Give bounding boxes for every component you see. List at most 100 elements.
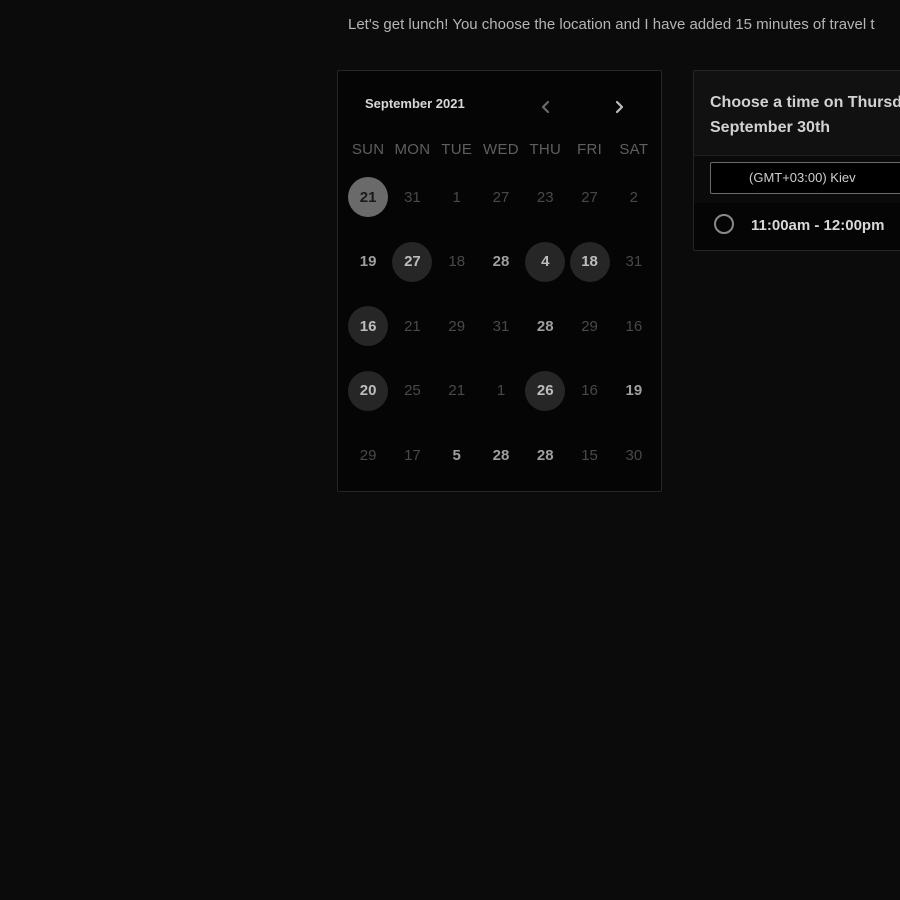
time-slot-label: 11:00am - 12:00pm — [751, 217, 885, 234]
calendar-day-number: 31 — [404, 188, 421, 206]
calendar-day-number: 31 — [492, 317, 510, 335]
calendar-day-number: 17 — [404, 446, 421, 464]
calendar-day[interactable]: 27 — [390, 240, 434, 284]
time-panel-title: Choose a time on Thursday, September 30t… — [710, 94, 900, 136]
calendar-day-number: 1 — [452, 188, 461, 206]
calendar-day[interactable]: 26 — [523, 369, 567, 413]
calendar-day: 25 — [390, 369, 434, 413]
chevron-right-icon — [615, 100, 624, 114]
calendar-day: 15 — [567, 433, 611, 477]
calendar-day: 16 — [567, 369, 611, 413]
booking-page: Let's get lunch! You choose the location… — [0, 0, 900, 900]
calendar-week-row: 16 21 29 31 28 29 16 — [346, 304, 656, 369]
weekday-label: WED — [483, 141, 519, 158]
time-panel-header: Choose a time on Thursday, September 30t… — [694, 71, 900, 156]
weekday-header-row: SUN MON TUE WED THU FRI SAT — [346, 141, 656, 161]
calendar-day: 28 — [523, 433, 567, 477]
calendar-day-number: 27 — [392, 241, 433, 282]
chevron-left-icon — [541, 100, 550, 114]
calendar-header: September 2021 — [338, 71, 661, 141]
calendar-day: 31 — [612, 240, 656, 284]
calendar-day: 1 — [435, 175, 479, 219]
calendar-day: 18 — [435, 240, 479, 284]
calendar-day-number: 16 — [625, 317, 643, 335]
calendar-day-number: 29 — [448, 317, 466, 335]
calendar-day: 17 — [390, 433, 434, 477]
calendar-day-number: 27 — [492, 188, 510, 206]
calendar-day-number: 19 — [625, 382, 643, 399]
calendar-day-number: 28 — [492, 446, 510, 464]
next-month-button[interactable] — [607, 95, 631, 119]
calendar-day-number: 4 — [525, 241, 566, 282]
calendar-day-number: 23 — [536, 188, 554, 206]
calendar-week-row: 20 25 21 1 26 16 19 — [346, 369, 656, 434]
calendar-day: 30 — [612, 433, 656, 477]
calendar-day-number: 21 — [448, 382, 466, 399]
calendar-day-number: 29 — [581, 317, 598, 335]
calendar-day-number: 18 — [448, 253, 466, 270]
calendar-day: 29 — [346, 433, 390, 477]
calendar-day: 27 — [479, 175, 523, 219]
calendar-day: 19 — [612, 369, 656, 413]
weekday-label: THU — [529, 141, 562, 158]
calendar-day-number: 27 — [581, 188, 598, 206]
calendar-day-number: 26 — [525, 370, 566, 411]
calendar-week-row: 21 31 1 27 23 27 2 — [346, 175, 656, 240]
calendar-day-number: 5 — [452, 446, 461, 464]
date-picker-calendar: September 2021 SUN MON TUE WED THU FRI S… — [337, 70, 662, 492]
calendar-day-number: 31 — [625, 253, 643, 270]
calendar-day: 5 — [435, 433, 479, 477]
previous-month-button[interactable] — [534, 95, 558, 119]
calendar-day-number: 16 — [348, 306, 389, 346]
calendar-day: 29 — [567, 304, 611, 348]
calendar-day: 31 — [390, 175, 434, 219]
calendar-day: 21 — [435, 369, 479, 413]
calendar-day-number: 28 — [536, 317, 554, 335]
calendar-day[interactable]: 20 — [346, 369, 390, 413]
calendar-day: 31 — [479, 304, 523, 348]
calendar-day-grid: 21 31 1 27 23 27 2 19 27 18 28 4 18 31 16 21 29 31 28 29 16 2… — [346, 175, 656, 498]
month-label: September 2021 — [365, 96, 465, 111]
calendar-day-number: 18 — [569, 241, 610, 282]
calendar-day: 28 — [523, 304, 567, 348]
calendar-day-number: 20 — [348, 370, 389, 411]
calendar-day[interactable]: 18 — [567, 240, 611, 284]
calendar-day: 29 — [435, 304, 479, 348]
calendar-day-number: 16 — [581, 382, 598, 399]
weekday-label: MON — [394, 141, 431, 158]
calendar-day[interactable]: 4 — [523, 240, 567, 284]
calendar-day: 28 — [479, 240, 523, 284]
calendar-day: 1 — [479, 369, 523, 413]
weekday-label: SUN — [351, 141, 385, 158]
calendar-day: 19 — [346, 240, 390, 284]
calendar-day-number: 21 — [348, 177, 389, 217]
weekday-label: TUE — [441, 141, 473, 158]
calendar-day: 28 — [479, 433, 523, 477]
time-selection-panel: Choose a time on Thursday, September 30t… — [693, 70, 900, 251]
time-slot-option[interactable]: 11:00am - 12:00pm — [694, 203, 900, 250]
time-slot-radio[interactable] — [714, 214, 734, 234]
calendar-day: 27 — [567, 175, 611, 219]
calendar-day-number: 2 — [629, 188, 638, 206]
intro-text: Let's get lunch! You choose the location… — [348, 16, 875, 33]
calendar-day-selected[interactable]: 21 — [346, 175, 390, 219]
calendar-day-number: 28 — [536, 446, 554, 464]
calendar-week-row: 19 27 18 28 4 18 31 — [346, 240, 656, 305]
calendar-day-number: 28 — [492, 253, 510, 270]
calendar-week-row: 29 17 5 28 28 15 30 — [346, 433, 656, 498]
calendar-day: 23 — [523, 175, 567, 219]
calendar-day-number: 21 — [404, 317, 421, 335]
calendar-day: 2 — [612, 175, 656, 219]
calendar-day: 21 — [390, 304, 434, 348]
calendar-day-number: 1 — [496, 382, 506, 399]
timezone-select[interactable]: (GMT+03:00) Kiev — [710, 162, 900, 194]
calendar-day-number: 30 — [625, 446, 643, 464]
calendar-day: 16 — [612, 304, 656, 348]
calendar-day-number: 15 — [581, 446, 598, 464]
calendar-day-number: 25 — [404, 382, 421, 399]
weekday-label: FRI — [577, 141, 603, 158]
calendar-day-number: 19 — [359, 253, 377, 270]
weekday-label: SAT — [619, 141, 649, 158]
calendar-day-number: 29 — [359, 446, 377, 464]
calendar-day[interactable]: 16 — [346, 304, 390, 348]
